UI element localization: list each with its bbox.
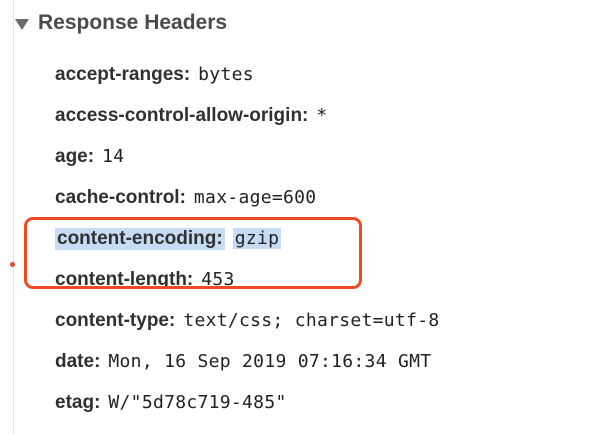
annotation-dot bbox=[10, 262, 15, 267]
header-name: age: bbox=[55, 145, 95, 167]
header-row-access-control-allow-origin: access-control-allow-origin: * bbox=[55, 95, 605, 136]
header-value: 14 bbox=[102, 146, 125, 167]
header-name: date: bbox=[55, 350, 101, 372]
header-value: gzip bbox=[232, 228, 282, 249]
header-row-content-length: content-length: 453 bbox=[55, 259, 605, 300]
header-value: max-age=600 bbox=[193, 187, 317, 208]
header-value: 453 bbox=[201, 269, 235, 290]
header-row-etag: etag: W/"5d78c719-485" bbox=[55, 382, 605, 423]
header-value: W/"5d78c719-485" bbox=[108, 392, 287, 413]
header-name: content-type: bbox=[55, 309, 176, 331]
header-row-content-encoding: content-encoding: gzip bbox=[55, 218, 605, 259]
header-name: access-control-allow-origin: bbox=[55, 104, 309, 126]
devtools-headers-panel: Response Headers accept-ranges: bytes ac… bbox=[0, 0, 614, 434]
header-name: content-encoding: bbox=[55, 227, 225, 250]
section-title: Response Headers bbox=[38, 11, 228, 34]
header-value: Mon, 16 Sep 2019 07:16:34 GMT bbox=[108, 351, 432, 372]
header-name: etag: bbox=[55, 391, 101, 413]
header-name: accept-ranges: bbox=[55, 63, 191, 85]
header-row-cache-control: cache-control: max-age=600 bbox=[55, 177, 605, 218]
panel-left-border bbox=[13, 0, 14, 434]
header-name: cache-control: bbox=[55, 186, 186, 208]
header-value: text/css; charset=utf-8 bbox=[183, 310, 440, 331]
header-name: content-length: bbox=[55, 268, 194, 290]
response-headers-section-toggle[interactable]: Response Headers bbox=[15, 6, 227, 40]
header-list: accept-ranges: bytes access-control-allo… bbox=[55, 54, 605, 423]
header-value: * bbox=[316, 105, 328, 126]
header-row-date: date: Mon, 16 Sep 2019 07:16:34 GMT bbox=[55, 341, 605, 382]
header-row-accept-ranges: accept-ranges: bytes bbox=[55, 54, 605, 95]
disclosure-triangle-icon[interactable] bbox=[15, 18, 29, 30]
header-row-age: age: 14 bbox=[55, 136, 605, 177]
header-row-content-type: content-type: text/css; charset=utf-8 bbox=[55, 300, 605, 341]
header-value: bytes bbox=[198, 64, 254, 85]
